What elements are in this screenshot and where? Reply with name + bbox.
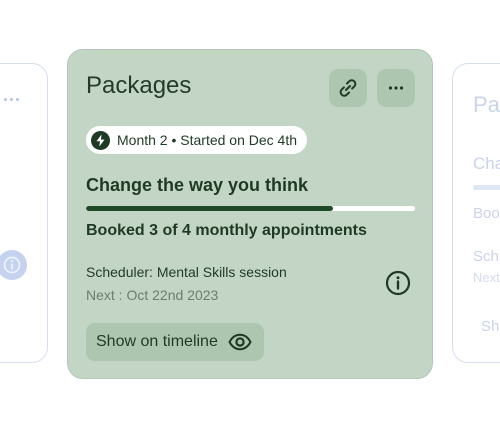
goal-title: Change the way you think <box>86 175 309 195</box>
ghost-booked-text: Boo <box>473 205 500 222</box>
more-icon <box>4 98 19 101</box>
carousel: Packages Month 2 • Started on Dec 4th Ch… <box>0 0 500 429</box>
scheduler-text: Scheduler: Mental Skills session <box>86 264 287 280</box>
ghost-timeline-button: Sh <box>481 318 500 335</box>
link-icon <box>339 79 357 97</box>
eye-icon <box>228 333 252 351</box>
progress-fill <box>86 206 333 211</box>
more-options-button[interactable] <box>377 69 415 107</box>
info-button[interactable] <box>384 269 412 297</box>
info-icon <box>385 270 411 296</box>
booked-appointments-text: Booked 3 of 4 monthly appointments <box>86 222 367 239</box>
ghost-scheduler-text: Sch <box>473 248 499 265</box>
previous-package-card[interactable] <box>0 63 48 363</box>
status-chip: Month 2 • Started on Dec 4th <box>86 126 308 154</box>
next-appointment-text: Next : Oct 22nd 2023 <box>86 287 219 303</box>
bolt-icon <box>91 130 110 150</box>
ghost-next-text: Next <box>473 270 500 285</box>
ghost-goal-title: Cha <box>473 154 500 173</box>
info-icon <box>0 250 27 280</box>
ghost-card-title: Pa <box>473 92 500 117</box>
next-package-card[interactable]: Pa Cha Boo Sch Next Sh <box>452 63 500 363</box>
card-title: Packages <box>86 72 192 99</box>
chip-label: Month 2 • Started on Dec 4th <box>117 132 298 148</box>
more-horizontal-icon <box>388 86 404 90</box>
package-card: Packages Month 2 • Started on Dec 4th Ch… <box>67 49 433 379</box>
timeline-button-label: Show on timeline <box>96 333 218 350</box>
ghost-progress-bar <box>473 185 500 190</box>
appointments-progress-bar <box>86 206 415 211</box>
copy-link-button[interactable] <box>329 69 367 107</box>
show-on-timeline-button[interactable]: Show on timeline <box>86 323 264 361</box>
